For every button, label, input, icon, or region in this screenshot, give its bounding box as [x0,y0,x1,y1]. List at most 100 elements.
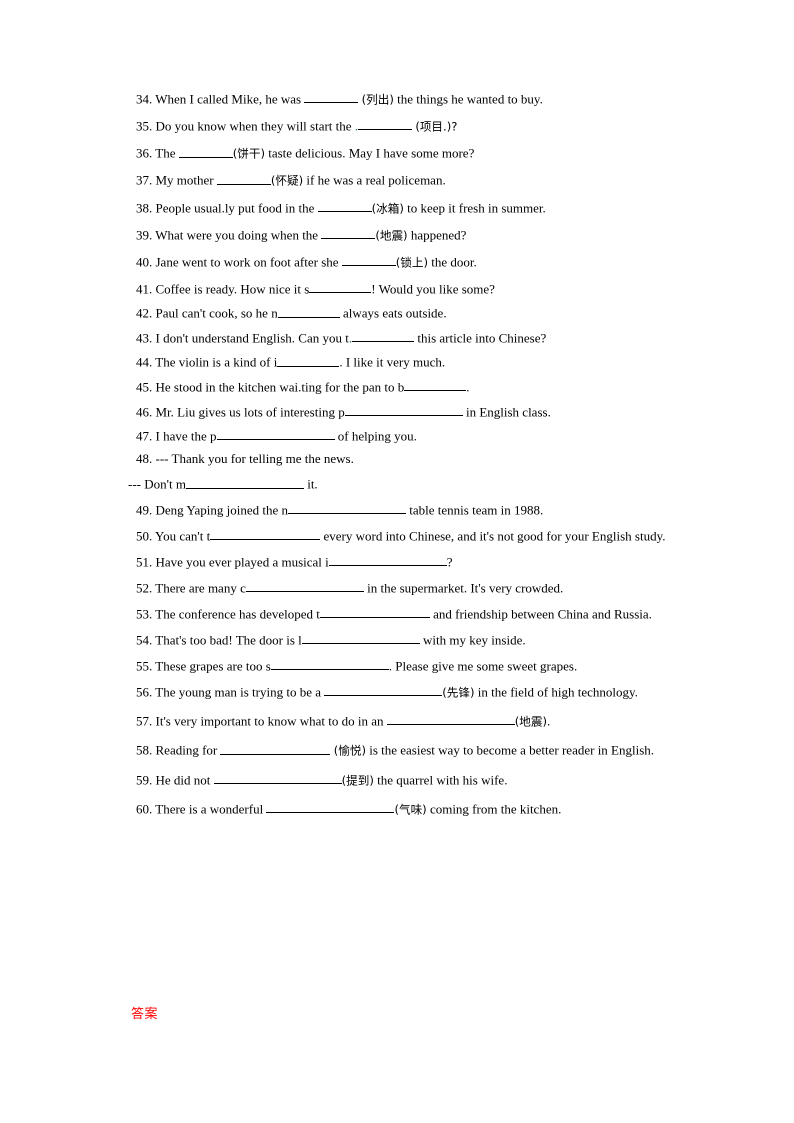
answer-blank[interactable] [266,800,395,814]
question-text-post: in the supermarket. It's very crowded. [363,580,564,596]
question-text-post: ! Would you like some? [371,281,495,297]
question-item-48: 48. --- Thank you for telling me the new… [128,452,676,465]
answer-blank[interactable] [210,527,321,541]
question-text-post: and friendship between China and Russia. [429,606,652,622]
question-text-pre: People usual.ly put food in the [155,199,318,215]
question-number: 36. [136,145,153,161]
question-text-post: of helping you. [334,428,417,444]
question-hint: (项目.)? [415,119,458,134]
question-item-43: 43. I don't understand English. Can you … [128,329,676,344]
question-number: 41. [136,281,153,297]
question-number: 47. [136,428,153,444]
answer-blank[interactable] [309,280,372,294]
question-item-40: 40. Jane went to work on foot after she … [128,253,676,269]
answer-blank[interactable] [344,403,463,416]
answer-blank[interactable] [352,329,415,343]
question-text-pre: It's very important to know what to do i… [155,713,387,729]
question-item-52: 52. There are many c in the supermarket.… [128,579,676,594]
answer-blank[interactable] [304,90,359,104]
answer-blank[interactable] [270,657,389,671]
question-text-pre: There is a wonderful [155,801,267,817]
question-hint: (愉悦) [333,743,366,758]
question-text-post: if he was a real policeman. [303,172,446,188]
answer-blank[interactable] [178,144,233,158]
question-text-pre: Mr. Liu gives us lots of interesting p [155,403,345,419]
question-item-55: 55. These grapes are too s . Please give … [128,657,676,672]
question-text-post: . [466,379,470,395]
question-text-post: coming from the kitchen. [426,801,562,817]
answer-blank[interactable] [245,579,364,593]
question-text-post: the things he wanted to buy. [393,91,543,107]
question-text-pre: Jane went to work on foot after she [155,254,342,270]
question-text-post: . Please give me some sweet grapes. [388,658,578,674]
answer-blank[interactable] [319,605,430,619]
answer-blank[interactable] [277,353,340,367]
answer-blank[interactable] [321,226,376,239]
question-text-pre: --- Thank you for telling me the news. [155,450,354,466]
question-text-post: ? [446,554,453,570]
question-number: 53. [136,606,153,622]
question-number: 34. [136,91,153,107]
question-text-pre: The violin is a kind of i [155,354,278,370]
question-number: 56. [136,684,153,700]
question-text-post: happened? [407,226,467,242]
question-text-post: it. [303,476,318,492]
question-item-37: 37. My mother (怀疑) if he was a real poli… [128,171,676,187]
question-item-58: 58. Reading for (愉悦) is the easiest way … [128,741,676,757]
question-number: 60. [136,801,153,817]
question-item-50: 50. You can't t every word into Chinese,… [128,527,676,542]
answer-blank[interactable] [216,427,335,441]
question-number: 43. [136,330,153,346]
question-number: 37. [136,172,153,188]
question-text-pre: He stood in the kitchen wai.ting for the… [155,379,405,395]
question-text-pre: Reading for [155,742,221,758]
question-number: 42. [136,305,153,321]
question-text-post: with my key inside. [419,632,526,648]
question-text-pre: I have the p [155,428,217,444]
question-number: 55. [136,658,153,674]
question-hint: (地震) [514,714,547,729]
answer-blank[interactable] [288,501,407,515]
question-text-post: the door. [428,254,477,270]
answer-blank[interactable] [220,741,331,755]
question-item-34: 34. When I called Mike, he was (列出) the … [128,90,676,106]
answer-blank[interactable] [328,553,447,567]
question-item-60: 60. There is a wonderful (气味) coming fro… [128,800,676,816]
answer-blank[interactable] [386,712,515,726]
answer-blank[interactable] [213,771,342,785]
question-hint: (地震) [375,227,408,242]
question-number: 58. [136,742,153,758]
answer-key-heading: 答案 [131,1007,159,1022]
question-item-49: 49. Deng Yaping joined the n table tenni… [128,501,676,516]
answer-blank[interactable] [277,304,340,318]
question-item-36: 36. The (饼干) taste delicious. May I have… [128,144,676,160]
question-band-b: 41. Coffee is ready. How nice it s ! Woul… [128,280,676,444]
question-text-post: this article into Chinese? [414,330,547,346]
question-number: 59. [136,772,153,788]
question-text-pre: My mother [155,172,217,188]
question-number: 46. [136,403,153,419]
question-hint: (气味) [394,802,427,817]
question-text-pre: Do you know when they will start the [155,118,355,134]
question-number: 48. [136,450,153,466]
worksheet-body: 34. When I called Mike, he was (列出) the … [128,90,676,829]
answer-blank[interactable] [324,683,443,697]
question-text-post: in English class. [462,403,551,419]
answer-blank[interactable] [358,117,413,131]
document-page: 34. When I called Mike, he was (列出) the … [0,0,794,1123]
answer-blank[interactable] [341,253,396,267]
question-text-pre: The young man is trying to be a [155,684,325,700]
question-text-pre: Paul can't cook, so he n [155,305,278,321]
answer-blank[interactable] [404,378,467,392]
question-text-pre: You can't t [155,528,211,544]
question-hint: (怀疑) [270,173,304,188]
question-text-post: taste delicious. May I have some more? [264,145,475,161]
question-text-post: the quarrel with his wife. [373,772,508,788]
question-text-post: table tennis team in 1988. [406,502,544,518]
question-hint: (锁上) [395,255,429,270]
answer-blank[interactable] [301,631,420,645]
answer-blank[interactable] [185,475,304,489]
answer-blank[interactable] [216,171,271,185]
question-text-post: in the field of high technology. [474,684,638,700]
answer-blank[interactable] [317,199,372,212]
